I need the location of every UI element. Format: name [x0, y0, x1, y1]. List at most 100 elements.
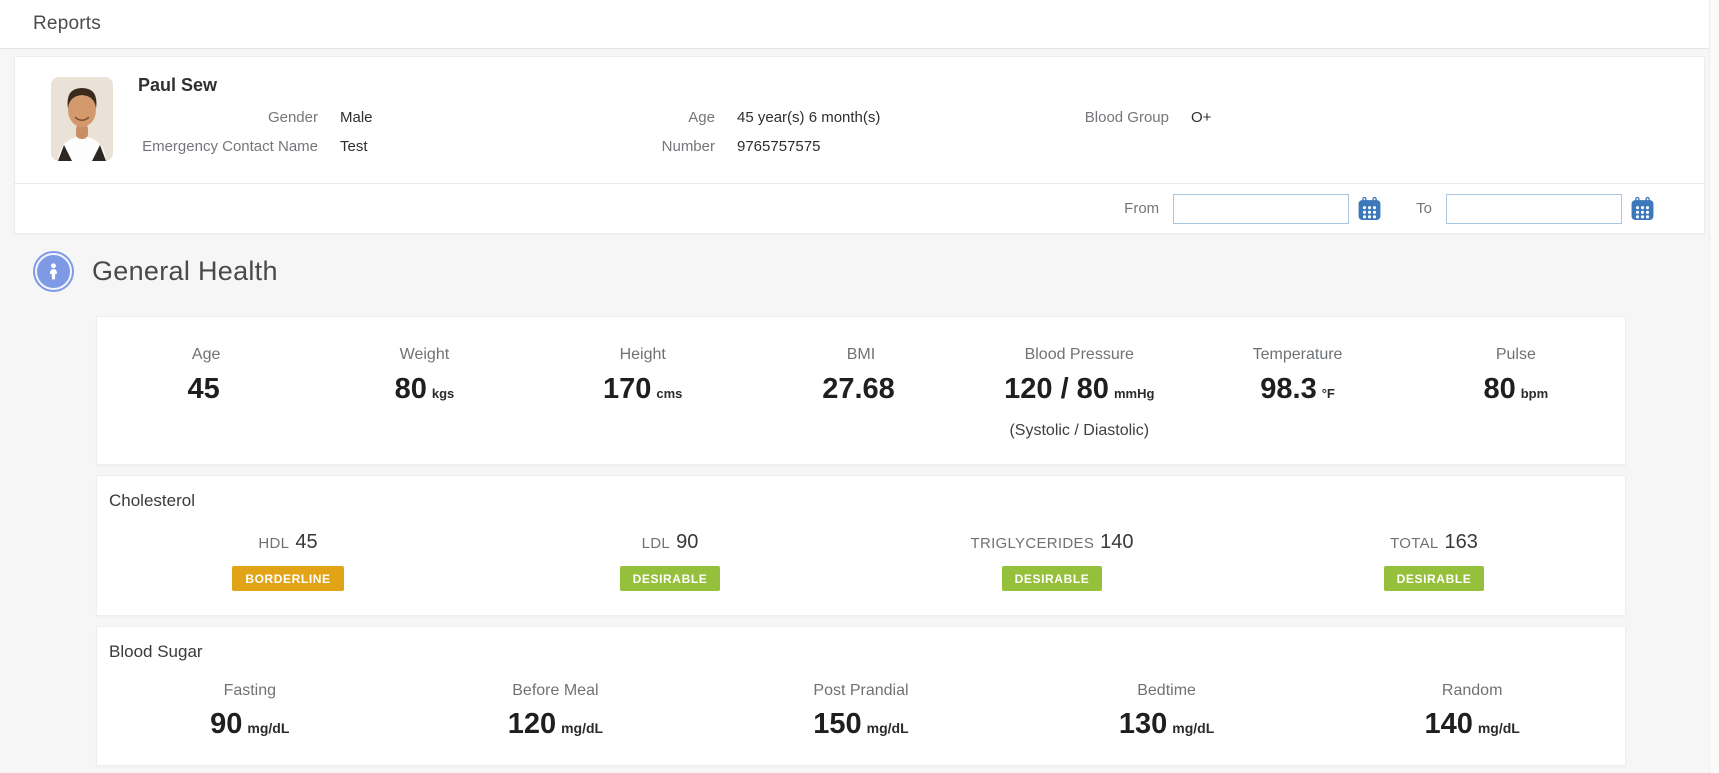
patient-summary: Paul Sew Gender Male Emergency Contact N… [15, 57, 1704, 183]
field-group-1: Gender Male Emergency Contact Name Test [138, 109, 661, 167]
vital-unit: cms [656, 386, 682, 401]
status-badge: BORDERLINE [232, 566, 343, 591]
sugar-label: Before Meal [403, 682, 709, 700]
sugar-unit: mg/dL [561, 720, 603, 736]
vital-label: Weight [315, 346, 533, 364]
vital-label: Pulse [1407, 346, 1625, 364]
vital-age: Age 45 [97, 346, 315, 440]
cholesterol-card: Cholesterol HDL 45 BORDERLINE LDL 90 DESIR… [96, 475, 1626, 616]
from-calendar-icon[interactable] [1357, 196, 1382, 221]
sugar-unit: mg/dL [1478, 720, 1520, 736]
general-health-icon [33, 251, 74, 292]
vital-height: Height 170 cms [534, 346, 752, 440]
to-label: To [1416, 200, 1432, 217]
age-label: Age [661, 109, 715, 126]
cholesterol-ldl: LDL 90 DESIRABLE [479, 531, 861, 591]
cholesterol-value: 45 [295, 531, 317, 553]
status-badge: DESIRABLE [1002, 566, 1103, 591]
from-date-input[interactable] [1173, 194, 1349, 224]
top-bar: Reports [0, 0, 1719, 49]
vital-unit: bpm [1521, 386, 1548, 401]
vital-temperature: Temperature 98.3 °F [1188, 346, 1406, 440]
vital-value: 170 [603, 373, 651, 405]
field-blood-group: Blood Group O+ [1079, 109, 1704, 126]
to-date-input[interactable] [1446, 194, 1622, 224]
to-calendar-icon[interactable] [1630, 196, 1655, 221]
from-label: From [1124, 200, 1159, 217]
vital-value: 80 [395, 373, 427, 405]
cholesterol-row: HDL 45 BORDERLINE LDL 90 DESIRABLE TRIGLYC… [97, 531, 1625, 591]
sugar-bedtime: Bedtime 130 mg/dL [1014, 682, 1320, 741]
sugar-label: Post Prandial [708, 682, 1014, 700]
field-gender: Gender Male [138, 109, 661, 126]
sugar-before-meal: Before Meal 120 mg/dL [403, 682, 709, 741]
status-badge: DESIRABLE [1384, 566, 1485, 591]
cholesterol-value: 90 [676, 531, 698, 553]
field-age: Age 45 year(s) 6 month(s) [661, 109, 1079, 126]
sugar-label: Bedtime [1014, 682, 1320, 700]
vital-label: Temperature [1188, 346, 1406, 364]
vital-unit: kgs [432, 386, 454, 401]
vital-label: Height [534, 346, 752, 364]
general-health-section-header: General Health [33, 251, 1719, 292]
gender-value: Male [340, 109, 373, 126]
sugar-unit: mg/dL [247, 720, 289, 736]
vital-value: 120 / 80 [1004, 373, 1109, 405]
vital-blood-pressure: Blood Pressure 120 / 80mmHg (Systolic / … [970, 346, 1188, 440]
sugar-label: Fasting [97, 682, 403, 700]
vital-value: 98.3 [1260, 373, 1316, 405]
field-emergency-contact: Emergency Contact Name Test [138, 138, 661, 155]
vital-note: (Systolic / Diastolic) [970, 422, 1188, 440]
vital-unit: °F [1322, 386, 1335, 401]
field-group-3: Blood Group O+ [1079, 109, 1704, 167]
avatar [51, 77, 113, 161]
cholesterol-value: 140 [1100, 531, 1133, 553]
section-title: General Health [92, 256, 278, 287]
number-value: 9765757575 [737, 138, 820, 155]
scrollbar-track[interactable] [1709, 0, 1719, 773]
vital-value: 80 [1483, 373, 1515, 405]
vitals-card: Age 45 Weight 80 kgs Height 170 cms BMI 27… [96, 316, 1626, 465]
vital-label: BMI [752, 346, 970, 364]
cholesterol-title: Cholesterol [109, 491, 1625, 511]
gender-label: Gender [138, 109, 318, 126]
vital-pulse: Pulse 80 bpm [1407, 346, 1625, 440]
page-title: Reports [33, 13, 101, 35]
sugar-random: Random 140 mg/dL [1319, 682, 1625, 741]
sugar-fasting: Fasting 90 mg/dL [97, 682, 403, 741]
sugar-value: 150 [813, 708, 861, 740]
cholesterol-total: TOTAL 163 DESIRABLE [1243, 531, 1625, 591]
field-group-2: Age 45 year(s) 6 month(s) Number 9765757… [661, 109, 1079, 167]
vital-label: Blood Pressure [970, 346, 1188, 364]
cholesterol-label: LDL [642, 535, 670, 552]
blood-sugar-row: Fasting 90 mg/dL Before Meal 120 mg/dL Pos… [97, 682, 1625, 741]
cholesterol-label: TRIGLYCERIDES [970, 535, 1094, 552]
sugar-post-prandial: Post Prandial 150 mg/dL [708, 682, 1014, 741]
emergency-contact-value: Test [340, 138, 368, 155]
patient-fields: Gender Male Emergency Contact Name Test … [138, 109, 1704, 167]
sugar-value: 90 [210, 708, 242, 740]
sugar-value: 130 [1119, 708, 1167, 740]
vital-value: 27.68 [822, 373, 895, 405]
sugar-value: 140 [1424, 708, 1472, 740]
patient-info: Paul Sew Gender Male Emergency Contact N… [113, 75, 1704, 167]
vital-weight: Weight 80 kgs [315, 346, 533, 440]
cholesterol-value: 163 [1445, 531, 1478, 553]
patient-card: Paul Sew Gender Male Emergency Contact N… [14, 56, 1705, 234]
cholesterol-triglycerides: TRIGLYCERIDES 140 DESIRABLE [861, 531, 1243, 591]
number-label: Number [661, 138, 715, 155]
cholesterol-label: TOTAL [1390, 535, 1438, 552]
sugar-unit: mg/dL [1172, 720, 1214, 736]
status-badge: DESIRABLE [620, 566, 721, 591]
cholesterol-label: HDL [258, 535, 289, 552]
age-value: 45 year(s) 6 month(s) [737, 109, 880, 126]
sugar-label: Random [1319, 682, 1625, 700]
vital-value: 45 [188, 373, 220, 405]
sugar-unit: mg/dL [867, 720, 909, 736]
cholesterol-hdl: HDL 45 BORDERLINE [97, 531, 479, 591]
sugar-value: 120 [508, 708, 556, 740]
date-filter-row: From To [15, 183, 1704, 233]
vital-label: Age [97, 346, 315, 364]
blood-sugar-title: Blood Sugar [109, 642, 1625, 662]
blood-group-label: Blood Group [1079, 109, 1169, 126]
